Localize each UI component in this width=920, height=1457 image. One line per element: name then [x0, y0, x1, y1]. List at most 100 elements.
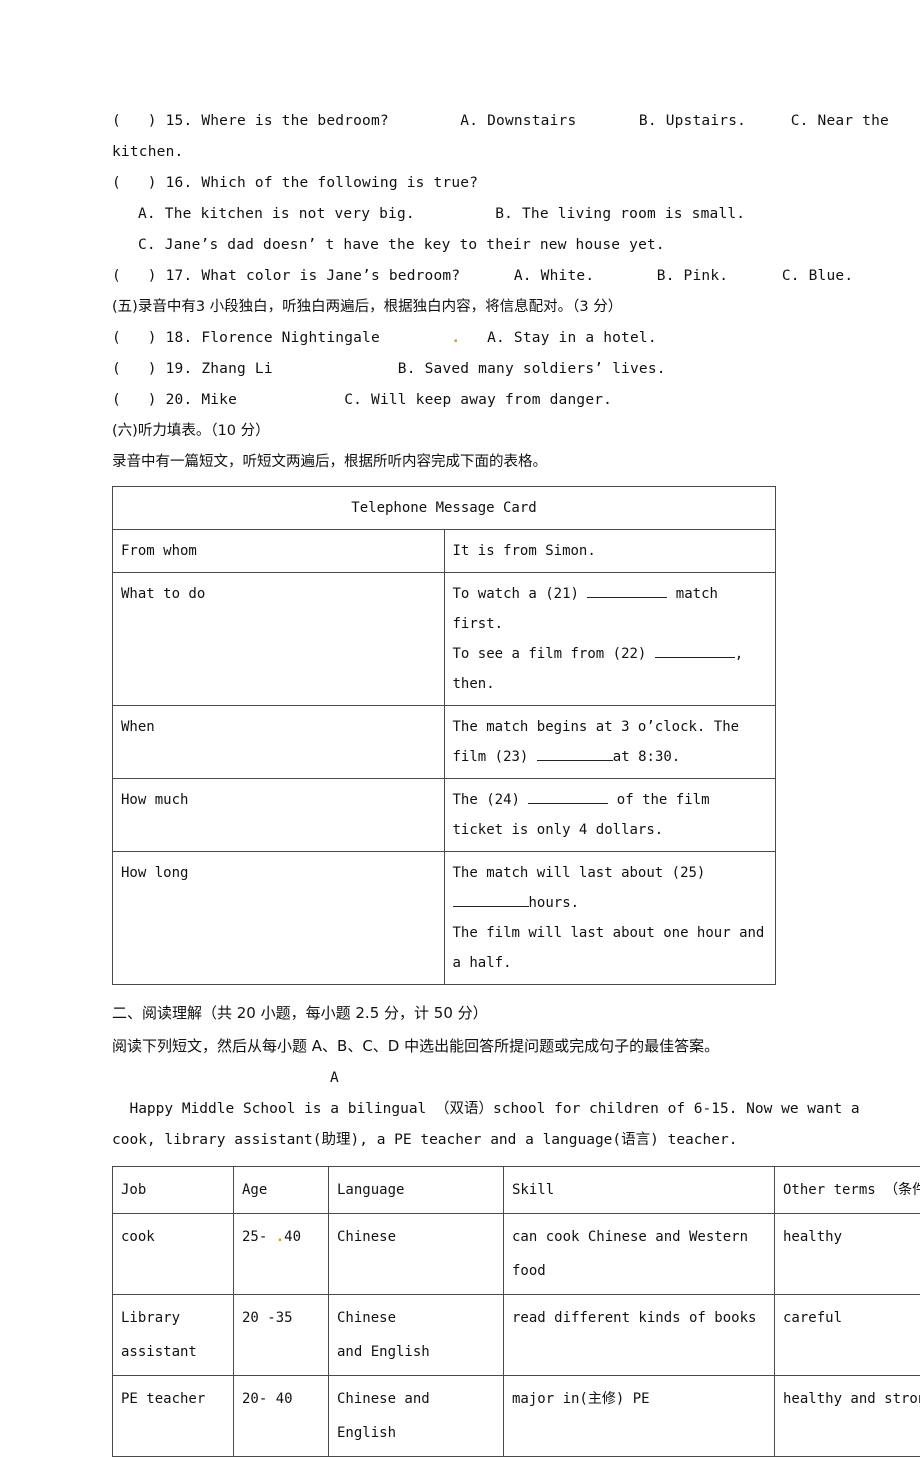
q15-option-c: C. Near the [791, 113, 889, 129]
passage-label-a: A [112, 1063, 902, 1094]
q17-option-c: C. Blue. [782, 268, 853, 284]
gap-o [192, 392, 201, 408]
gap-g [460, 268, 514, 284]
row-label-when: When [113, 706, 445, 779]
cell-language-cook: Chinese [329, 1214, 504, 1295]
q19-right: B. Saved many soldiers’ lives. [398, 361, 666, 377]
q24-pre: The (24) [453, 792, 529, 808]
col-header-language: Language [329, 1167, 504, 1214]
gap-c [746, 113, 791, 129]
question-18: ( ) 18. Florence Nightingale . A. Stay i… [112, 323, 902, 354]
jobs-table: Job Age Language Skill Other terms （条件） … [112, 1166, 920, 1457]
reading-section-heading: 二、阅读理解（共 20 小题，每小题 2.5 分，计 50 分） [112, 997, 902, 1030]
q25-pre: The match will last about (25) [453, 865, 706, 881]
what-to-do-line-2: To see a film from (22) , then. [453, 639, 768, 699]
question-15-wrap: kitchen. [112, 137, 902, 168]
gap-b [576, 113, 639, 129]
row-label-how-much: How much [113, 779, 445, 852]
telephone-message-card-table: Telephone Message Card From whom It is f… [112, 486, 776, 985]
row-value-when: The match begins at 3 o’clock. The film … [444, 706, 776, 779]
table-row-title: Telephone Message Card [113, 487, 776, 530]
gap-k [380, 330, 451, 346]
q18-marker: ( ) 18. [112, 330, 192, 346]
q19-marker: ( ) 19. [112, 361, 192, 377]
exam-page: ( ) 15. Where is the bedroom? A. Downsta… [0, 0, 920, 1302]
col-header-other-terms: Other terms （条件） [775, 1167, 920, 1214]
section-six-heading: (六)听力填表。（10 分） [112, 416, 902, 447]
from-whom-text: It is from Simon. [453, 543, 596, 559]
q24-blank[interactable] [528, 788, 608, 804]
row-value-how-long: The match will last about (25) hours. Th… [444, 852, 776, 985]
question-16-options-row1: A. The kitchen is not very big. B. The l… [112, 199, 902, 230]
table-row: How long The match will last about (25) … [113, 852, 776, 985]
passage-line-1: Happy Middle School is a bilingual （双语）s… [112, 1094, 902, 1125]
question-16: ( ) 16. Which of the following is true? [112, 168, 902, 199]
q17-stem: What color is Jane’s bedroom? [201, 268, 460, 284]
q15-stem: Where is the bedroom? [201, 113, 389, 129]
question-16-option-c: C. Jane’s dad doesn’ t have the key to t… [112, 230, 902, 261]
cell-skill-pe-teacher: major in(主修) PE [504, 1376, 775, 1457]
section-six-instruction: 录音中有一篇短文，听短文两遍后，根据所听内容完成下面的表格。 [112, 447, 902, 478]
q21-blank[interactable] [587, 582, 667, 598]
cell-other-cook: healthy [775, 1214, 920, 1295]
cell-other-library-assistant: careful [775, 1295, 920, 1376]
section-five-heading: (五)录音中有3 小段独白，听独白两遍后，根据独白内容，将信息配对。（3 分） [112, 292, 902, 323]
table-row: PE teacher 20- 40 Chinese and English ma… [113, 1376, 920, 1457]
cell-skill-cook: can cook Chinese and Western food [504, 1214, 775, 1295]
q20-left: Mike [201, 392, 237, 408]
q18-right: A. Stay in a hotel. [487, 330, 657, 346]
cell-language-library-assistant: Chinese and English [329, 1295, 504, 1376]
q20-marker: ( ) 20. [112, 392, 192, 408]
q23-post: at 8:30. [613, 749, 680, 765]
table-row: What to do To watch a (21) match first. … [113, 573, 776, 706]
gap-e [415, 206, 495, 222]
q17-marker: ( ) 17. [112, 268, 192, 284]
q16-option-a: A. The kitchen is not very big. [138, 206, 415, 222]
q19-left: Zhang Li [201, 361, 272, 377]
q22-blank[interactable] [655, 642, 735, 658]
passage-line-2: cook, library assistant(助理), a PE teache… [112, 1125, 902, 1156]
table-row: Library assistant 20 -35 Chinese and Eng… [113, 1295, 920, 1376]
row-value-from-whom: It is from Simon. [444, 530, 776, 573]
cell-job-library-assistant: Library assistant [113, 1295, 234, 1376]
q16-marker: ( ) 16. [112, 175, 192, 191]
q25-post: hours. [529, 895, 580, 911]
cell-age-library-assistant: 20 -35 [234, 1295, 329, 1376]
q16-stem: Which of the following is true? [201, 175, 478, 191]
row-label-from-whom: From whom [113, 530, 445, 573]
gap-j [192, 330, 201, 346]
row-value-how-much: The (24) of the film ticket is only 4 do… [444, 779, 776, 852]
row-value-what-to-do: To watch a (21) match first. To see a fi… [444, 573, 776, 706]
question-17: ( ) 17. What color is Jane’s bedroom? A.… [112, 261, 902, 292]
col-header-skill: Skill [504, 1167, 775, 1214]
q21-pre: To watch a (21) [453, 586, 588, 602]
q16-option-b: B. The living room is small. [495, 206, 745, 222]
q15-stem-sep [192, 113, 201, 129]
gap-l [460, 330, 487, 346]
table-header-row: Job Age Language Skill Other terms （条件） [113, 1167, 920, 1214]
row-label-how-long: How long [113, 852, 445, 985]
q23-blank[interactable] [537, 745, 613, 761]
spacer [112, 985, 902, 997]
how-long-line-2: The film will last about one hour and a … [453, 918, 768, 978]
reading-section-instruction: 阅读下列短文，然后从每小题 A、B、C、D 中选出能回答所提问题或完成句子的最佳… [112, 1030, 902, 1063]
table-row: When The match begins at 3 o’clock. The … [113, 706, 776, 779]
age-cook-stray-dot: . [276, 1229, 284, 1245]
q25-blank[interactable] [453, 891, 529, 907]
gap-i [728, 268, 782, 284]
page-content: ( ) 15. Where is the bedroom? A. Downsta… [112, 106, 902, 1457]
col-header-job: Job [113, 1167, 234, 1214]
stray-dot-mark: . [451, 330, 460, 346]
what-to-do-line-1: To watch a (21) match first. [453, 579, 768, 639]
cell-skill-library-assistant: read different kinds of books [504, 1295, 775, 1376]
cell-job-pe-teacher: PE teacher [113, 1376, 234, 1457]
question-20: ( ) 20. Mike C. Will keep away from dang… [112, 385, 902, 416]
table-row: cook 25- .40 Chinese can cook Chinese an… [113, 1214, 920, 1295]
age-cook-post: 40 [284, 1229, 301, 1245]
q17-option-a: A. White. [514, 268, 594, 284]
table-row: From whom It is from Simon. [113, 530, 776, 573]
gap-p [237, 392, 344, 408]
q15-marker: ( ) 15. [112, 113, 192, 129]
question-15: ( ) 15. Where is the bedroom? A. Downsta… [112, 106, 902, 137]
cell-other-pe-teacher: healthy and strong [775, 1376, 920, 1457]
